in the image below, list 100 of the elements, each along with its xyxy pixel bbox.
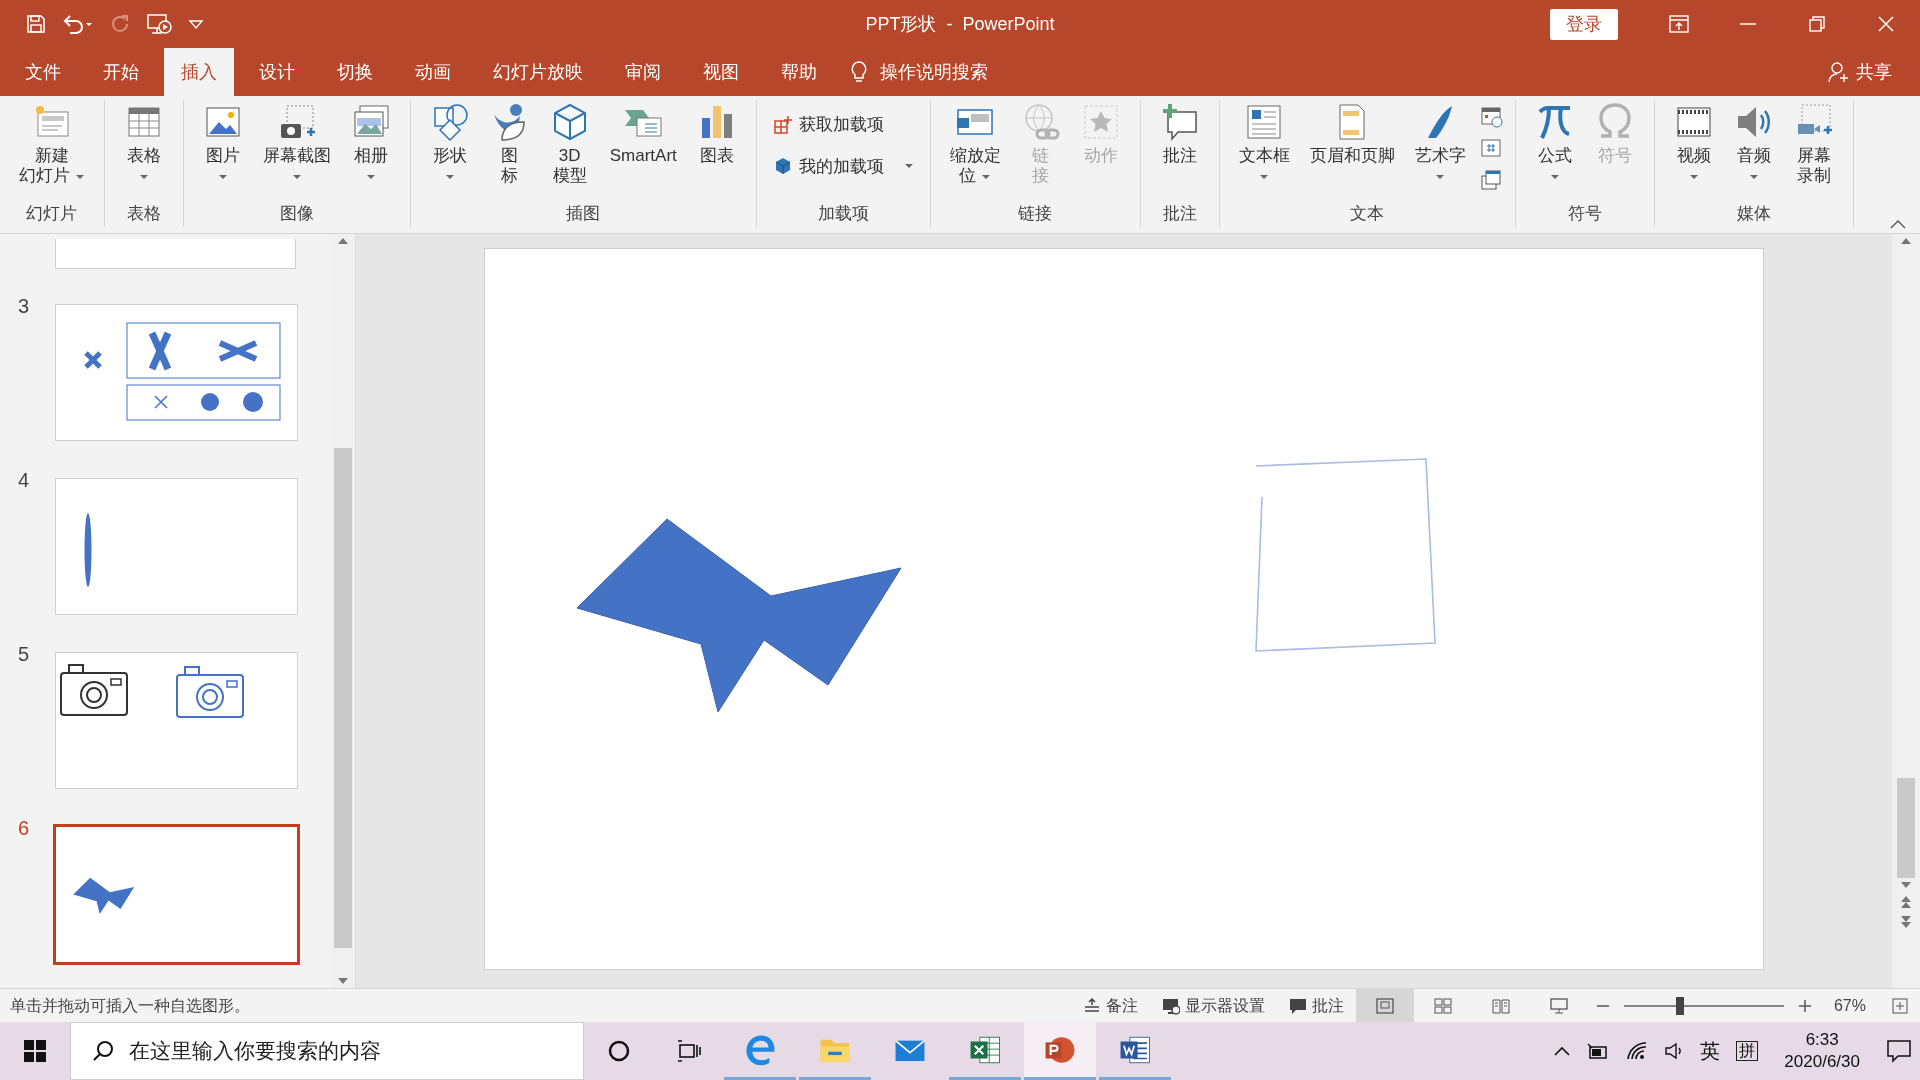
slide-number: 4 bbox=[17, 468, 31, 492]
ribbon-button[interactable]: 音频 bbox=[1724, 100, 1783, 188]
ribbon-button[interactable]: 图 标 bbox=[480, 100, 539, 188]
caret-icon bbox=[903, 163, 914, 170]
ribbon-button[interactable]: 批注 bbox=[1150, 100, 1209, 168]
group-label: 加载项 bbox=[816, 203, 870, 225]
status-button[interactable]: 显示器设置 bbox=[1149, 989, 1277, 1022]
ribbon-button[interactable]: 文本框 bbox=[1229, 100, 1299, 188]
ribbon-button[interactable]: SmartArt bbox=[600, 100, 686, 168]
windows-icon bbox=[24, 1040, 46, 1062]
ribbon-button[interactable]: 我的加载项 bbox=[766, 149, 920, 183]
ribbon-button[interactable]: 3D 模型 bbox=[540, 100, 599, 188]
notes-icon bbox=[1082, 996, 1101, 1015]
close-icon bbox=[1877, 16, 1894, 32]
status-message: 单击并拖动可插入一种自选图形。 bbox=[9, 995, 250, 1016]
taskbar-app-button[interactable] bbox=[1024, 1022, 1096, 1080]
group-label: 链接 bbox=[1017, 203, 1054, 225]
presentation-icon bbox=[146, 13, 172, 35]
caret-icon bbox=[217, 173, 228, 180]
caret-icon bbox=[1435, 173, 1446, 180]
ribbon-tab[interactable]: 切换 bbox=[320, 48, 390, 96]
screen-icon bbox=[1549, 997, 1568, 1014]
restore-icon bbox=[1808, 16, 1825, 32]
group-label: 图像 bbox=[278, 203, 315, 225]
caret-icon bbox=[1748, 173, 1759, 180]
ribbon-button[interactable]: 艺术字 bbox=[1405, 100, 1475, 188]
group-label: 文本 bbox=[1349, 203, 1386, 225]
ribbon-tab[interactable]: 动画 bbox=[398, 48, 468, 96]
slide-number: 6 bbox=[17, 816, 31, 840]
window-title: PPT形状 - PowerPoint bbox=[865, 12, 1055, 36]
ribbon-tab[interactable]: 设计 bbox=[242, 48, 312, 96]
zoom-in-icon bbox=[1798, 999, 1811, 1012]
slide-thumbnail[interactable] bbox=[53, 824, 300, 965]
book-icon bbox=[1491, 997, 1510, 1014]
view-button[interactable] bbox=[1355, 989, 1414, 1022]
ribbon-button[interactable]: 相册 bbox=[341, 100, 400, 188]
scrollbar-thumb[interactable] bbox=[1897, 778, 1915, 878]
ribbon-button[interactable]: 新建 幻灯片 bbox=[10, 100, 94, 188]
search-field[interactable]: 在这里输入你要搜索的内容 bbox=[70, 1022, 584, 1080]
caret-icon bbox=[291, 173, 302, 180]
ribbon-button[interactable]: 表格 bbox=[114, 100, 173, 188]
ribbon-button[interactable]: 获取加载项 bbox=[766, 108, 920, 142]
collapse-ribbon-button[interactable] bbox=[1890, 219, 1906, 229]
ribbon-button[interactable]: 缩放定 位 bbox=[940, 100, 1010, 188]
ribbon-button[interactable]: 页眉和页脚 bbox=[1300, 100, 1404, 168]
ribbon-button[interactable]: 屏幕 录制 bbox=[1784, 100, 1843, 188]
ribbon-tab[interactable]: 插入 bbox=[164, 48, 234, 96]
minimize-icon bbox=[1739, 23, 1756, 25]
ribbon-tab[interactable]: 视图 bbox=[686, 48, 756, 96]
group-label: 符号 bbox=[1566, 203, 1603, 225]
ribbon-button[interactable]: 图表 bbox=[687, 100, 746, 168]
scrollbar-thumb[interactable] bbox=[333, 448, 352, 948]
zoom-level[interactable]: 67% bbox=[1819, 993, 1880, 1018]
group-label: 表格 bbox=[125, 203, 162, 225]
calendar-icon bbox=[1478, 104, 1503, 128]
caret-icon bbox=[188, 18, 204, 30]
thumbnail-drawing bbox=[73, 877, 135, 914]
ribbon-button[interactable]: 图片 bbox=[193, 100, 252, 188]
zoom-slider[interactable] bbox=[1623, 995, 1784, 1016]
search-icon bbox=[92, 1040, 114, 1062]
scroll-up-icon bbox=[337, 238, 348, 244]
ribbon-button[interactable]: 屏幕截图 bbox=[253, 100, 340, 188]
save-icon bbox=[26, 14, 46, 34]
ribbon-button[interactable]: 公式 bbox=[1525, 100, 1584, 188]
tell-me-search[interactable]: 操作说明搜索 bbox=[842, 48, 996, 96]
caret-icon bbox=[444, 173, 455, 180]
slider-thumb[interactable] bbox=[1675, 996, 1684, 1015]
share-button[interactable]: 共享 bbox=[1818, 48, 1920, 96]
ime-button[interactable]: 拼 bbox=[1728, 1022, 1767, 1080]
ribbon-display-icon bbox=[1668, 15, 1689, 33]
group-label: 媒体 bbox=[1735, 203, 1772, 225]
status-button[interactable]: 批注 bbox=[1276, 989, 1356, 1022]
slide-number: 3 bbox=[17, 294, 31, 318]
ribbon-button[interactable]: 形状 bbox=[420, 100, 479, 188]
status-button[interactable]: 备注 bbox=[1070, 989, 1150, 1022]
redo-icon bbox=[110, 14, 130, 34]
caret-icon bbox=[365, 173, 376, 180]
number-box-icon bbox=[1478, 136, 1503, 160]
caret-icon bbox=[138, 173, 149, 180]
ribbon-tab[interactable]: 幻灯片放映 bbox=[476, 48, 600, 96]
fit-icon bbox=[1892, 997, 1908, 1014]
grid-view-icon bbox=[1433, 997, 1452, 1014]
ribbon-tab[interactable]: 文件 bbox=[8, 48, 78, 96]
group-label: 幻灯片 bbox=[25, 203, 79, 225]
login-button[interactable]: 登录 bbox=[1550, 8, 1618, 40]
caret-icon bbox=[1549, 173, 1560, 180]
wifi-icon bbox=[1626, 1041, 1649, 1061]
comment-icon bbox=[1288, 996, 1307, 1015]
clock-time[interactable]: 6:33 bbox=[1805, 1029, 1839, 1051]
display-settings-icon bbox=[1161, 996, 1180, 1015]
clock-date[interactable]: 2020/6/30 bbox=[1784, 1051, 1860, 1073]
input-language-button[interactable]: 英 bbox=[1692, 1022, 1729, 1080]
caret-icon bbox=[981, 173, 992, 180]
ribbon-tab[interactable]: 开始 bbox=[86, 48, 156, 96]
ribbon-button[interactable]: 视频 bbox=[1664, 100, 1723, 188]
undo-icon bbox=[62, 14, 94, 34]
ribbon-tab[interactable]: 帮助 bbox=[764, 48, 834, 96]
person-add-icon bbox=[1828, 61, 1850, 83]
ime-mode: 拼 bbox=[1736, 1041, 1759, 1061]
ribbon-tab[interactable]: 审阅 bbox=[608, 48, 678, 96]
